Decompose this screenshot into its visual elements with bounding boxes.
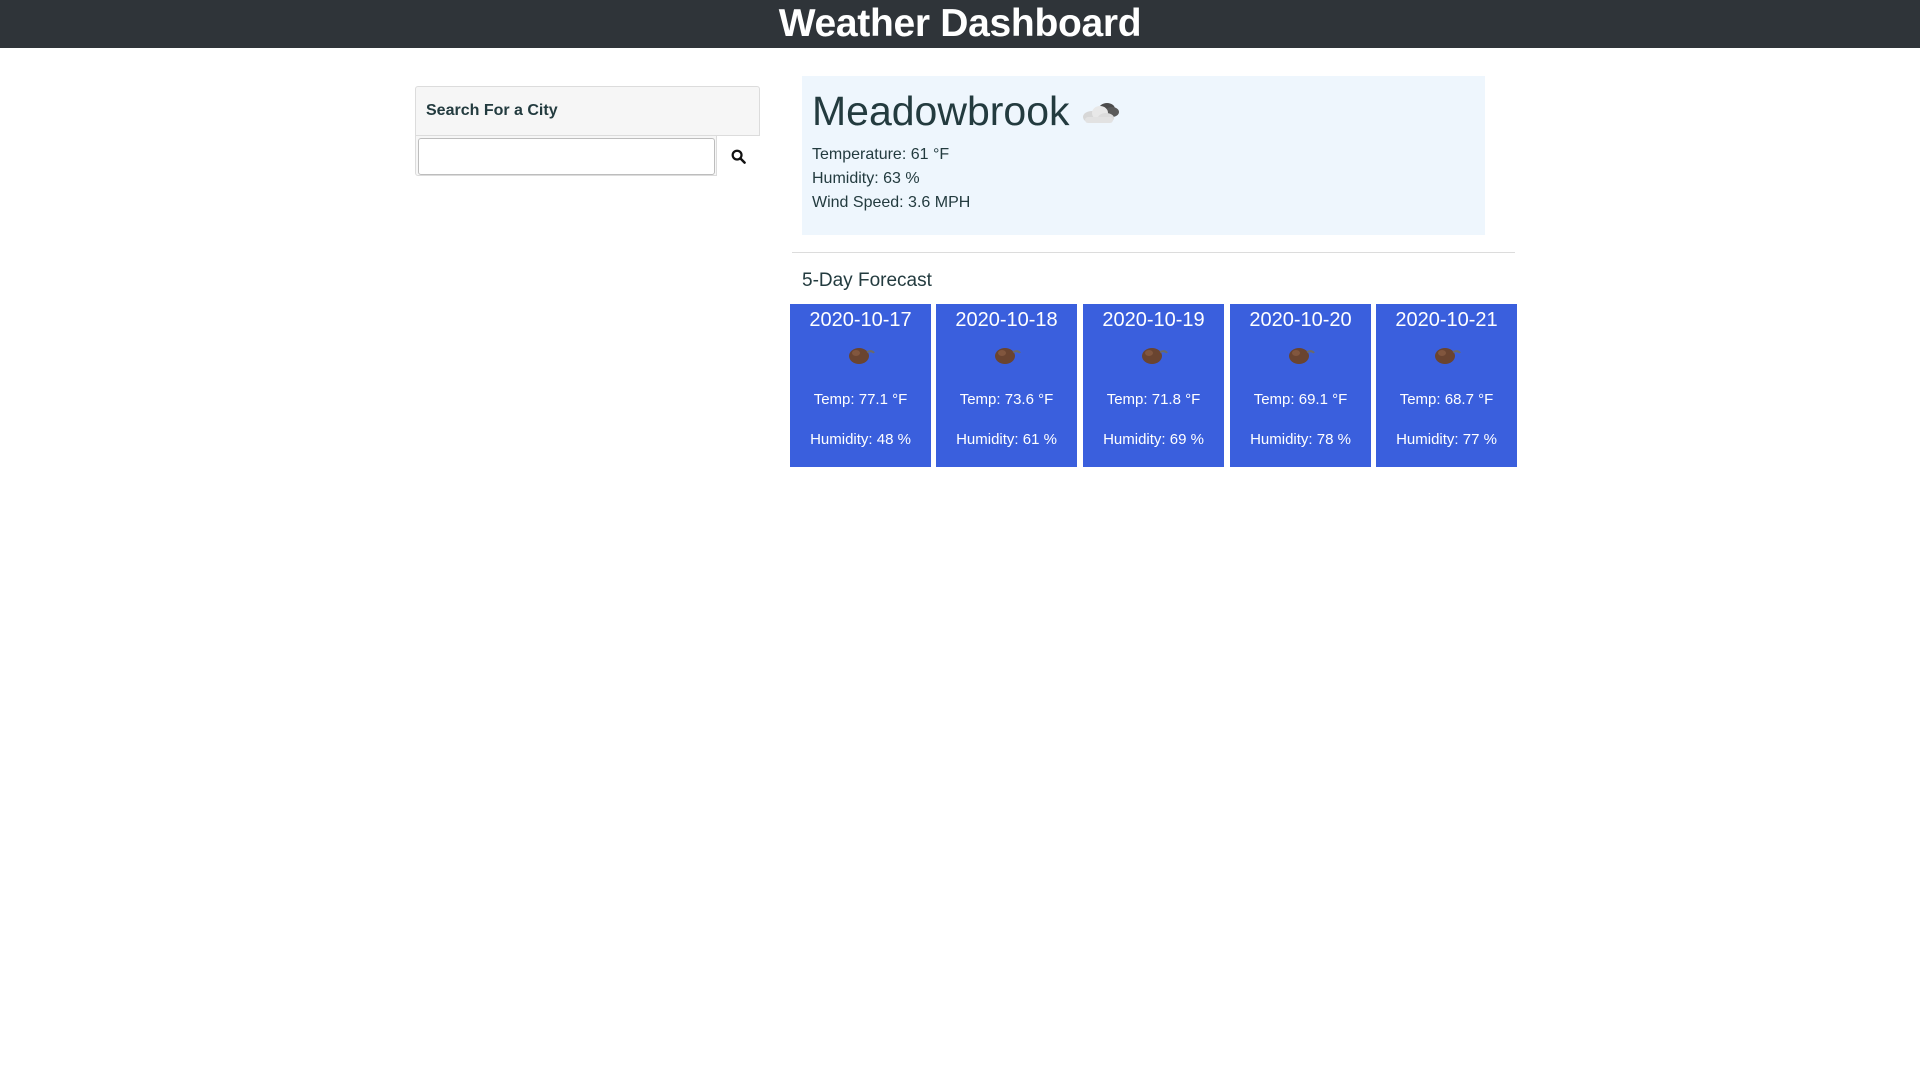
- weather-icon: [1142, 348, 1168, 364]
- forecast-temp: Temp: 77.1 °F: [813, 391, 908, 408]
- current-humidity: Humidity: 63 %: [812, 170, 920, 187]
- forecast-humidity: Humidity: 77 %: [1396, 431, 1497, 448]
- forecast-card: 2020-10-19 Temp: 71.8 °F Humidity: 69 %: [1083, 304, 1224, 467]
- forecast-date: 2020-10-21: [1395, 309, 1498, 331]
- city-name: Meadowbrook: [812, 88, 1070, 134]
- forecast-humidity: Humidity: 48 %: [810, 431, 911, 448]
- forecast-temp: Temp: 68.7 °F: [1399, 391, 1494, 408]
- weather-icon: [1435, 348, 1461, 364]
- current-wind-speed: Wind Speed: 3.6 MPH: [812, 194, 971, 211]
- forecast-card: 2020-10-21 Temp: 68.7 °F Humidity: 77 %: [1376, 304, 1517, 467]
- weather-icon: [995, 348, 1021, 364]
- search-panel-title: Search For a City: [426, 102, 558, 119]
- forecast-date: 2020-10-18: [955, 309, 1058, 331]
- forecast-date: 2020-10-19: [1102, 309, 1205, 331]
- city-search-input[interactable]: [418, 138, 715, 175]
- forecast-temp: Temp: 69.1 °F: [1253, 391, 1348, 408]
- forecast-card: 2020-10-20 Temp: 69.1 °F Humidity: 78 %: [1230, 304, 1371, 467]
- forecast-temp: Temp: 73.6 °F: [959, 391, 1054, 408]
- forecast-title: 5-Day Forecast: [802, 270, 932, 291]
- page-title: Weather Dashboard: [778, 2, 1142, 45]
- forecast-card: 2020-10-17 Temp: 77.1 °F Humidity: 48 %: [790, 304, 931, 467]
- forecast-humidity: Humidity: 61 %: [956, 431, 1057, 448]
- forecast-card: 2020-10-18 Temp: 73.6 °F Humidity: 61 %: [936, 304, 1077, 467]
- search-button[interactable]: [716, 136, 760, 176]
- current-weather-panel: Meadowbrook Temperature: 61 °F Humidity:…: [802, 76, 1485, 235]
- weather-icon: [1289, 348, 1315, 364]
- partly-cloudy-icon: [1082, 103, 1119, 123]
- search-panel-header: Search For a City: [416, 87, 759, 136]
- section-divider: [792, 252, 1515, 253]
- forecast-temp: Temp: 71.8 °F: [1106, 391, 1201, 408]
- current-temperature: Temperature: 61 °F: [812, 146, 950, 163]
- forecast-date: 2020-10-17: [809, 309, 912, 331]
- search-panel: Search For a City: [415, 86, 760, 176]
- forecast-humidity: Humidity: 69 %: [1103, 431, 1204, 448]
- forecast-date: 2020-10-20: [1249, 309, 1352, 331]
- top-navbar: Weather Dashboard: [0, 0, 1920, 48]
- search-icon: [731, 149, 746, 164]
- forecast-humidity: Humidity: 78 %: [1250, 431, 1351, 448]
- weather-icon: [849, 348, 875, 364]
